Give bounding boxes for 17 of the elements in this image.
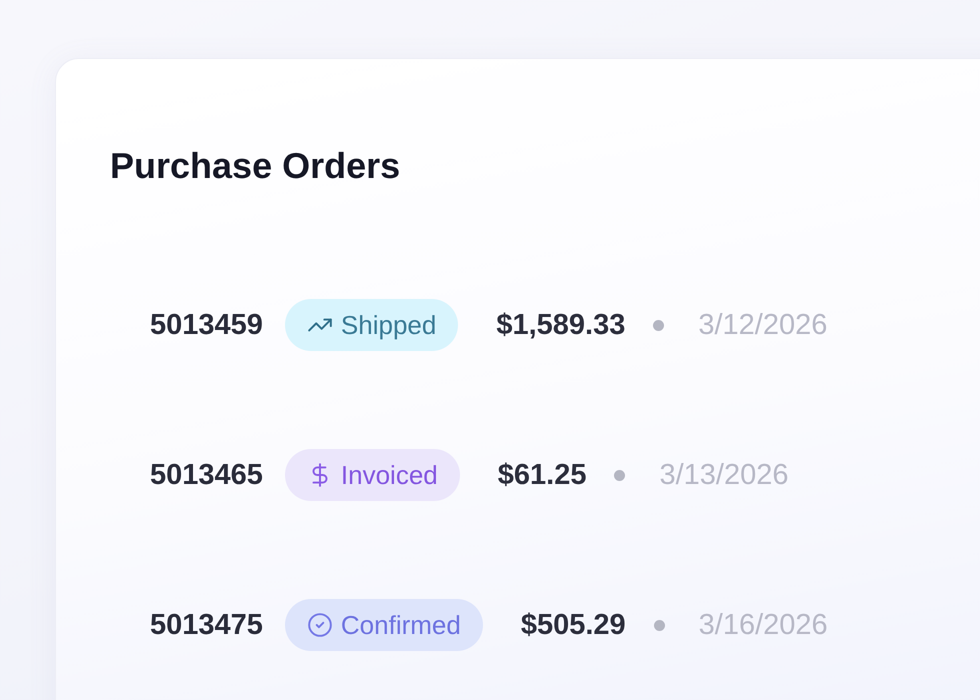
order-amount: $1,589.33	[496, 308, 626, 342]
order-number: 5013465	[150, 458, 263, 492]
status-badge: Shipped	[284, 299, 458, 351]
status-badge: Confirmed	[284, 599, 483, 651]
separator-dot	[614, 470, 626, 480]
order-amount: $61.25	[498, 458, 586, 492]
separator-dot	[653, 320, 664, 330]
check-circle-icon	[306, 612, 333, 638]
order-date: 3/12/2026	[698, 308, 828, 342]
order-amount: $505.29	[520, 608, 626, 642]
page-title: Purchase Orders	[110, 145, 400, 187]
status-badge: Invoiced	[284, 449, 460, 501]
separator-dot	[654, 620, 665, 630]
order-date: 3/16/2026	[698, 608, 828, 642]
order-date: 3/13/2026	[659, 458, 788, 492]
order-number: 5013475	[150, 608, 263, 642]
order-number: 5013459	[150, 308, 263, 342]
